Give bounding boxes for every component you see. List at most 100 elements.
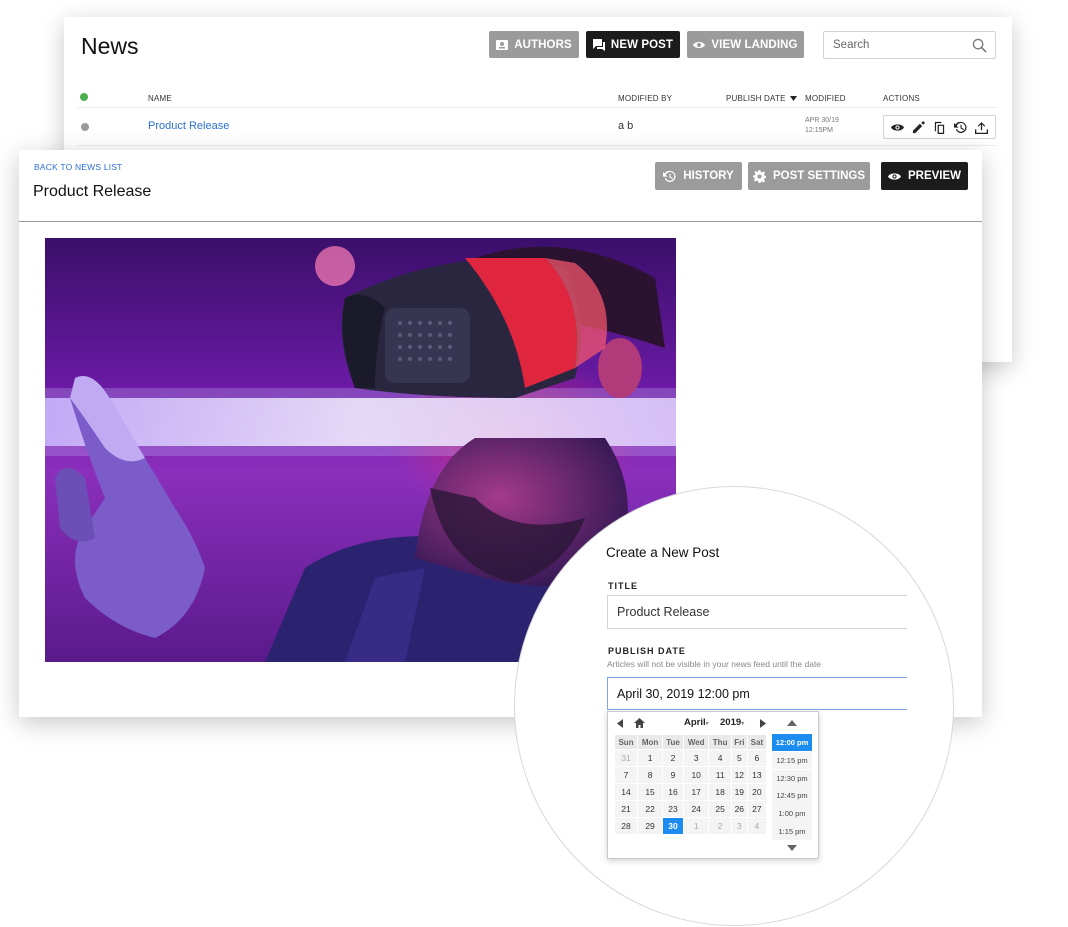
prev-month-icon[interactable] (617, 719, 623, 728)
calendar-day[interactable]: 4 (709, 750, 731, 766)
table-row-divider (78, 145, 996, 146)
publish-date-input[interactable]: April 30, 2019 12:00 pm (607, 677, 907, 710)
time-option[interactable]: 12:15 pm (772, 751, 812, 770)
calendar-day[interactable]: 21 (615, 801, 638, 817)
calendar-day[interactable]: 17 (683, 784, 709, 800)
authors-button[interactable]: AUTHORS (489, 31, 579, 58)
time-option[interactable]: 1:00 pm (772, 805, 812, 823)
weekday-label: Tue (663, 735, 683, 749)
column-header-publish-date[interactable]: PUBLISH DATE (726, 94, 797, 103)
editor-header-divider (19, 221, 982, 222)
time-option[interactable]: 12:45 pm (772, 787, 812, 805)
home-icon[interactable] (634, 718, 645, 728)
history-button-label: HISTORY (683, 170, 734, 182)
picker-year[interactable]: 2019▾ (720, 717, 744, 728)
page-title: News (81, 33, 139, 59)
calendar-day[interactable]: 12 (731, 767, 747, 783)
calendar-day[interactable]: 22 (638, 801, 663, 817)
calendar-day[interactable]: 28 (615, 818, 638, 834)
eye-icon[interactable] (891, 121, 904, 134)
calendar-day[interactable]: 31 (615, 750, 638, 766)
calendar-day[interactable]: 13 (747, 767, 766, 783)
row-modified-day: APR 30/19 (805, 117, 839, 124)
weekday-label: Sun (615, 735, 638, 749)
calendar-day[interactable]: 14 (615, 784, 638, 800)
calendar-day-selected[interactable]: 30 (663, 818, 683, 834)
time-scroll-down-icon[interactable] (787, 845, 797, 851)
back-to-news-link[interactable]: BACK TO NEWS LIST (34, 162, 123, 172)
calendar-day[interactable]: 10 (683, 767, 709, 783)
history-icon[interactable] (954, 121, 967, 134)
calendar-day[interactable]: 18 (709, 784, 731, 800)
calendar-day[interactable]: 2 (663, 750, 683, 766)
pencil-icon[interactable] (912, 120, 925, 134)
calendar-week: 21 22 23 24 25 26 27 (615, 801, 766, 817)
calendar-day[interactable]: 1 (638, 750, 663, 766)
calendar-day[interactable]: 15 (638, 784, 663, 800)
weekday-label: Mon (638, 735, 663, 749)
table-header-divider (78, 107, 996, 108)
weekday-label: Thu (709, 735, 731, 749)
history-button[interactable]: HISTORY (655, 162, 742, 190)
weekday-label: Wed (683, 735, 709, 749)
calendar-day[interactable]: 3 (683, 750, 709, 766)
new-post-button[interactable]: NEW POST (586, 31, 680, 58)
calendar-day[interactable]: 11 (709, 767, 731, 783)
calendar-day[interactable]: 26 (731, 801, 747, 817)
picker-month[interactable]: April▾ (684, 717, 709, 728)
calendar-day[interactable]: 29 (638, 818, 663, 834)
calendar-day[interactable]: 6 (747, 750, 766, 766)
calendar-day[interactable]: 5 (731, 750, 747, 766)
calendar-day[interactable]: 3 (731, 818, 747, 834)
calendar-day[interactable]: 4 (747, 818, 766, 834)
calendar-day[interactable]: 16 (663, 784, 683, 800)
search-input[interactable]: Search (823, 31, 996, 59)
calendar-day[interactable]: 7 (615, 767, 638, 783)
search-placeholder: Search (833, 39, 870, 51)
calendar-day[interactable]: 1 (683, 818, 709, 834)
column-header-modified-by[interactable]: MODIFIED BY (618, 94, 672, 103)
time-option-selected[interactable]: 12:00 pm (772, 734, 812, 752)
calendar-day[interactable]: 24 (683, 801, 709, 817)
calendar-day[interactable]: 8 (638, 767, 663, 783)
preview-button[interactable]: PREVIEW (881, 162, 968, 190)
publish-date-value: April 30, 2019 12:00 pm (617, 686, 750, 701)
history-icon (663, 170, 676, 182)
title-label: TITLE (608, 581, 638, 591)
calendar-day[interactable]: 25 (709, 801, 731, 817)
post-title: Product Release (33, 183, 152, 200)
search-icon[interactable] (972, 38, 987, 53)
publish-date-header-label: PUBLISH DATE (726, 94, 786, 103)
column-header-actions: ACTIONS (883, 94, 920, 103)
calendar-day[interactable]: 2 (709, 818, 731, 834)
calendar-day[interactable]: 27 (747, 801, 766, 817)
calendar-day[interactable]: 9 (663, 767, 683, 783)
row-modified-date: APR 30/19 12:15PM (805, 116, 839, 136)
post-settings-button-label: POST SETTINGS (772, 170, 865, 182)
weekday-header-row: Sun Mon Tue Wed Thu Fri Sat (615, 735, 766, 749)
picker-year-label: 2019 (720, 717, 742, 728)
column-header-name[interactable]: NAME (148, 94, 172, 103)
picker-nav: April▾ 2019▾ (614, 717, 766, 731)
calendar-day[interactable]: 19 (731, 784, 747, 800)
copy-icon[interactable] (933, 121, 946, 134)
authors-button-label: AUTHORS (514, 38, 572, 51)
calendar-week: 31 1 2 3 4 5 6 (615, 750, 766, 766)
title-input[interactable]: Product Release (607, 595, 907, 629)
time-scroll-up-icon[interactable] (787, 720, 797, 726)
calendar-day[interactable]: 20 (747, 784, 766, 800)
status-filter-icon[interactable] (80, 93, 88, 101)
column-header-modified[interactable]: MODIFIED (805, 94, 846, 103)
time-option[interactable]: 1:15 pm (772, 822, 812, 841)
calendar-day[interactable]: 23 (663, 801, 683, 817)
time-option[interactable]: 12:30 pm (772, 769, 812, 787)
upload-icon[interactable] (975, 121, 988, 134)
view-landing-button[interactable]: VIEW LANDING (687, 31, 804, 58)
row-post-name-link[interactable]: Product Release (148, 120, 229, 132)
next-month-icon[interactable] (760, 719, 766, 728)
post-settings-button[interactable]: POST SETTINGS (748, 162, 870, 190)
row-actions (883, 115, 996, 139)
year-dropdown-icon: ▾ (741, 721, 745, 727)
row-status-dot (81, 123, 89, 131)
eye-icon (887, 172, 901, 180)
